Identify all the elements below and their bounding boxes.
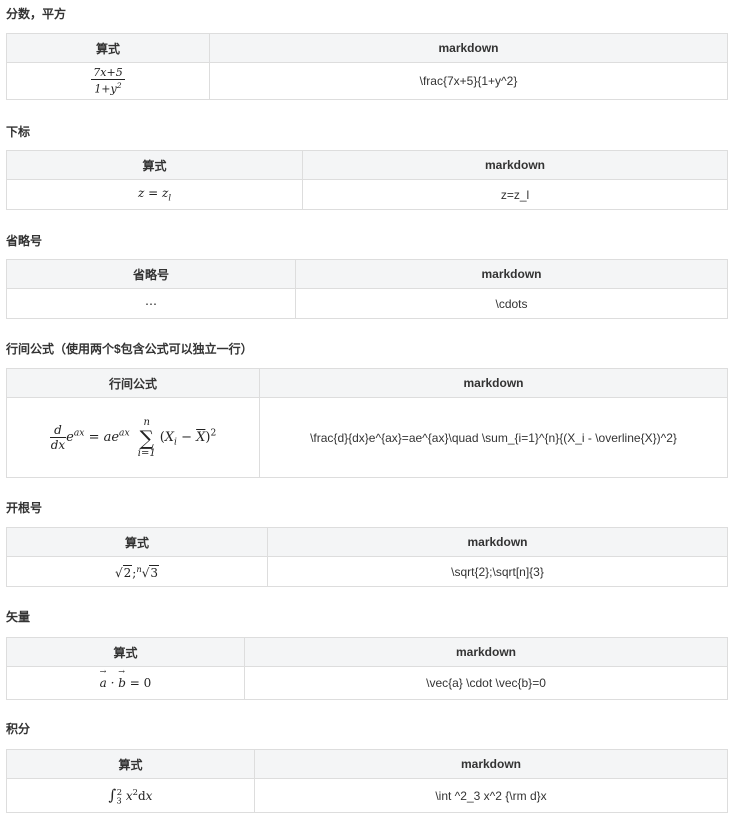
rendered-formula: d dx eax = aeax n ∑ i=1 (Xi − X)2 [6,397,260,478]
markdown-code: z=z_l [302,179,728,210]
section-title-integral: 积分 [6,722,31,736]
markdown-code: \frac{d}{dx}e^{ax}=ae^{ax}\quad \sum_{i=… [259,397,728,478]
markdown-code: \sqrt{2};\sqrt[n]{3} [267,556,728,587]
rendered-formula: ∫32 x2dx [6,778,255,813]
rendered-formula: 7x+5 1+y2 [6,62,210,100]
formula-header: 行间公式 [6,368,260,398]
fraction-table: 算式 markdown 7x+5 1+y2 \frac{7x+5}{1+y^2} [6,33,728,100]
display-formula-table: 行间公式 markdown d dx eax = aeax n ∑ i=1 (Xi − X… [6,368,728,478]
integral-table: 算式 markdown ∫32 x2dx \int ^2_3 x^2 {\rm … [6,749,728,813]
formula-header: 算式 [6,150,303,180]
rendered-formula: √2;n√3 [6,556,268,587]
section-title-root: 开根号 [6,501,43,515]
subscript-table: 算式 markdown z = zl z=z_l [6,150,728,210]
markdown-header: markdown [244,637,728,667]
markdown-header: markdown [259,368,728,398]
section-title-vector: 矢量 [6,610,31,624]
markdown-code: \cdots [295,288,728,319]
markdown-header: markdown [295,259,728,289]
markdown-header: markdown [209,33,728,63]
markdown-header: markdown [267,527,728,557]
markdown-header: markdown [254,749,728,779]
rendered-formula: ⋯ [6,288,296,319]
section-title-display-formula: 行间公式（使用两个$包含公式可以独立一行） [6,342,253,356]
formula-header: 算式 [6,637,245,667]
root-table: 算式 markdown √2;n√3 \sqrt{2};\sqrt[n]{3} [6,527,728,587]
markdown-code: \int ^2_3 x^2 {\rm d}x [254,778,728,813]
markdown-header: markdown [302,150,728,180]
section-title-subscript: 下标 [6,125,31,139]
formula-header: 算式 [6,749,255,779]
formula-header: 算式 [6,33,210,63]
ellipsis-table: 省略号 markdown ⋯ \cdots [6,259,728,319]
markdown-code: \vec{a} \cdot \vec{b}=0 [244,666,728,700]
formula-header: 省略号 [6,259,296,289]
section-title-fraction: 分数，平方 [6,7,67,21]
formula-header: 算式 [6,527,268,557]
section-title-ellipsis: 省略号 [6,234,43,248]
vector-table: 算式 markdown a · b = 0 \vec{a} \cdot \vec… [6,637,728,700]
rendered-formula: a · b = 0 [6,666,245,700]
markdown-code: \frac{7x+5}{1+y^2} [209,62,728,100]
rendered-formula: z = zl [6,179,303,210]
